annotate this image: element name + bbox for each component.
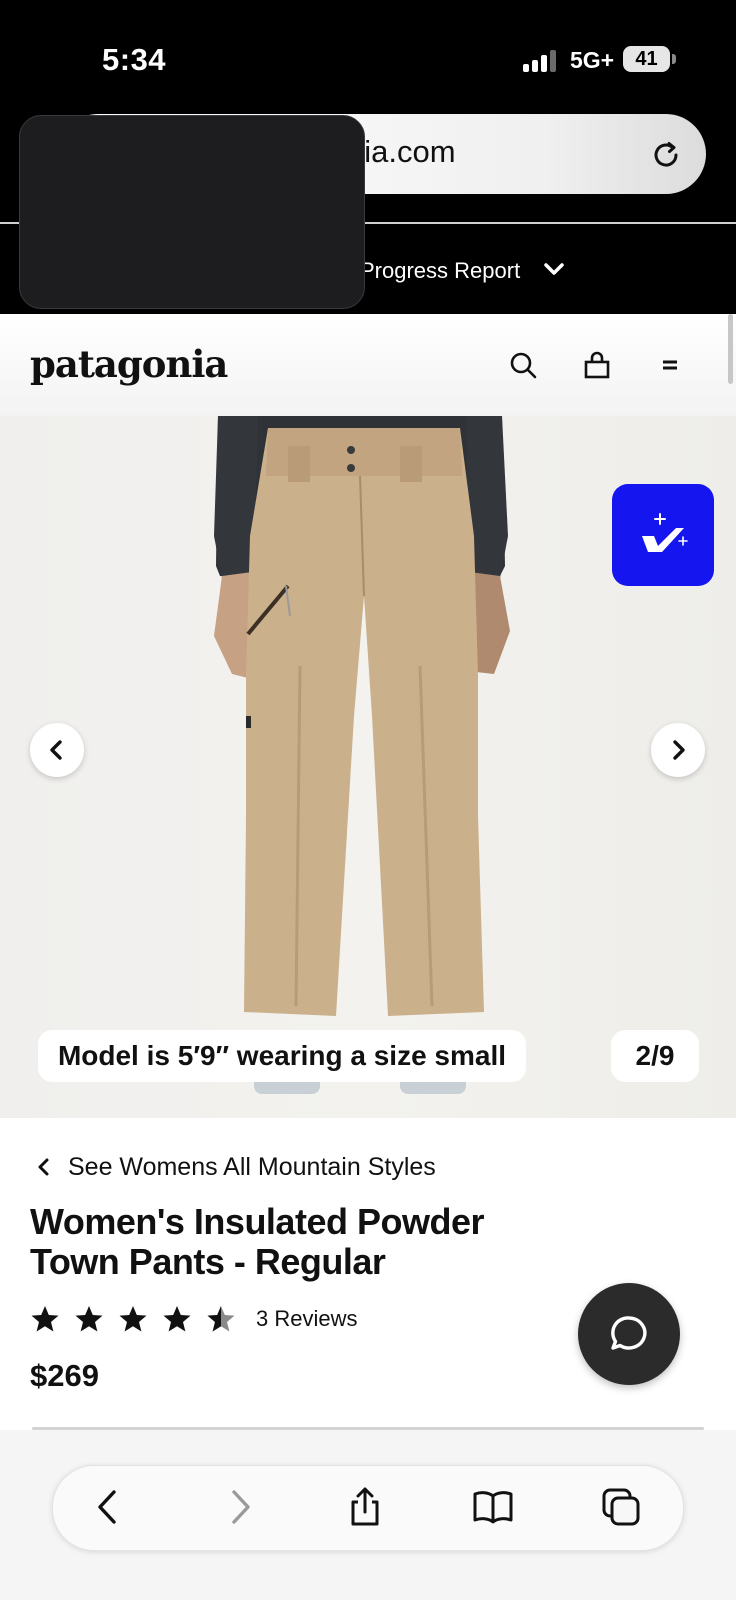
sparkle-badge-button[interactable] <box>612 484 714 586</box>
back-icon[interactable] <box>88 1486 130 1528</box>
status-time: 5:34 <box>102 42 167 77</box>
chevron-left-icon <box>38 1158 49 1176</box>
reviews-count[interactable]: 3 Reviews <box>256 1306 357 1332</box>
bag-icon[interactable] <box>582 350 612 380</box>
search-icon[interactable] <box>508 350 538 380</box>
product-price: $269 <box>30 1358 99 1393</box>
star-icon <box>31 1306 59 1332</box>
site-logo[interactable]: patagonia <box>30 342 228 386</box>
sparkle-check-icon <box>642 513 688 552</box>
back-link-label[interactable]: See Womens All Mountain Styles <box>68 1153 436 1182</box>
star-icon <box>119 1306 147 1332</box>
star-icon <box>75 1306 103 1332</box>
star-icon <box>163 1306 191 1332</box>
network-type: 5G+ <box>570 47 615 73</box>
chevron-down-icon[interactable] <box>543 262 565 278</box>
reload-icon[interactable] <box>648 137 684 173</box>
gallery-next-button[interactable] <box>651 723 705 777</box>
battery-icon: 41 <box>623 46 670 72</box>
page-scrollbar[interactable] <box>728 314 733 384</box>
tabs-icon[interactable] <box>600 1486 642 1528</box>
chevron-right-icon <box>673 740 685 760</box>
see-styles-link[interactable]: See Womens All Mountain Styles <box>34 1150 436 1184</box>
redacted-overlay <box>19 115 365 309</box>
product-title: Women's Insulated Powder Town Pants - Re… <box>30 1201 484 1282</box>
gallery-prev-button[interactable] <box>30 723 84 777</box>
forward-icon[interactable] <box>218 1486 260 1528</box>
battery-cap <box>672 54 676 64</box>
menu-icon[interactable] <box>655 350 685 380</box>
chat-button[interactable] <box>578 1283 680 1385</box>
promo-text[interactable]: Progress Report <box>360 258 520 284</box>
chevron-left-icon <box>50 740 62 760</box>
signal-icon <box>523 50 559 72</box>
chat-bubble-icon <box>611 1316 647 1350</box>
gallery-counter: 2/9 <box>611 1030 699 1082</box>
half-star-icon <box>207 1306 235 1332</box>
share-icon[interactable] <box>344 1486 386 1528</box>
model-size-caption: Model is 5′9″ wearing a size small <box>38 1030 526 1082</box>
bookmarks-icon[interactable] <box>472 1486 514 1528</box>
star-rating[interactable]: 3 Reviews <box>30 1302 357 1336</box>
